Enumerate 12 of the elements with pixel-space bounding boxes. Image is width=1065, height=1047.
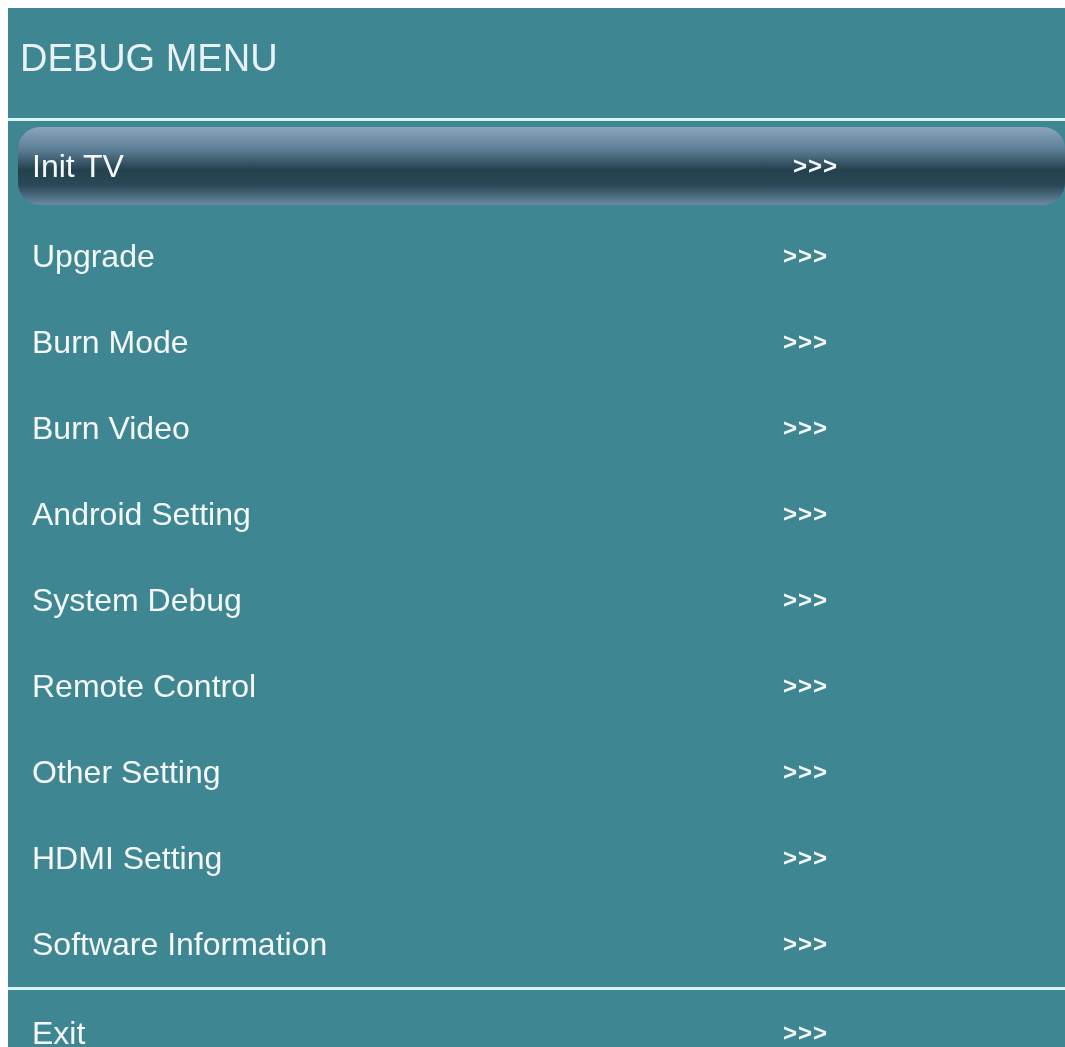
menu-title: DEBUG MENU [19,36,279,81]
menu-item[interactable]: Exit >>> [8,990,1065,1047]
menu-item[interactable]: Burn Mode >>> [8,299,1065,385]
menu-item[interactable]: Upgrade >>> [8,213,1065,299]
menu-item[interactable]: Init TV >>> [18,127,1065,205]
menu-item[interactable]: System Debug >>> [8,557,1065,643]
menu-item[interactable]: Remote Control >>> [8,643,1065,729]
menu-item[interactable]: HDMI Setting >>> [8,815,1065,901]
menu-item[interactable]: Other Setting >>> [8,729,1065,815]
menu-item[interactable]: Software Information >>> [8,901,1065,987]
menu-item[interactable]: Android Setting >>> [8,471,1065,557]
menu-item[interactable]: Burn Video >>> [8,385,1065,471]
